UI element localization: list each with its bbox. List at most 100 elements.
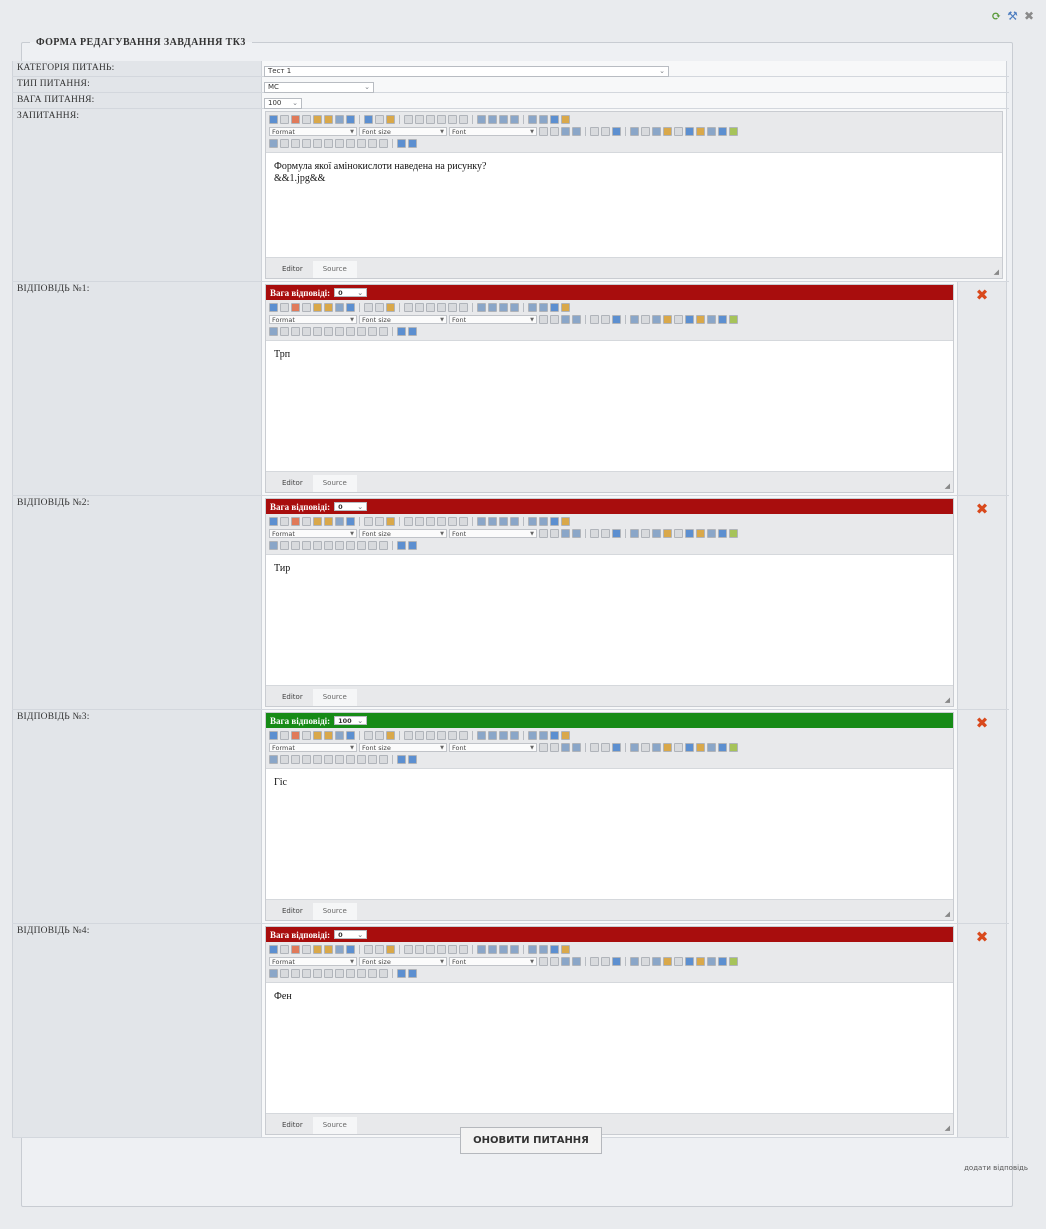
find-icon[interactable] [346,517,355,526]
paste-word-icon[interactable] [335,303,344,312]
smiley-icon[interactable] [696,743,705,752]
font-size-combo[interactable]: Font size ▼ [359,127,447,136]
image-icon[interactable] [386,731,395,740]
quote-icon[interactable] [641,957,650,966]
find-icon[interactable] [346,945,355,954]
preview-icon[interactable] [379,327,388,336]
new-page-icon[interactable] [280,115,289,124]
justify-icon[interactable] [510,517,519,526]
save-icon[interactable] [269,115,278,124]
tools-icon[interactable]: ⚒ [1007,9,1018,24]
italic-icon[interactable] [415,945,424,954]
paste-text-icon[interactable] [324,517,333,526]
rtl-icon[interactable] [539,945,548,954]
ltr-icon[interactable] [528,303,537,312]
hr-line-icon[interactable] [685,957,694,966]
page-break-icon[interactable] [707,315,716,324]
strike-icon[interactable] [437,517,446,526]
form-icon[interactable] [269,139,278,148]
paste-icon[interactable] [313,115,322,124]
resize-handle-icon[interactable]: ◢ [945,482,950,490]
font-size-combo[interactable]: Font size ▼ [359,529,447,538]
tab-source[interactable]: Source [312,261,357,278]
align-center-icon[interactable] [488,945,497,954]
underline-icon[interactable] [426,115,435,124]
image-icon[interactable] [386,517,395,526]
indent-icon[interactable] [572,743,581,752]
checkbox-icon[interactable] [280,139,289,148]
undo-icon[interactable] [364,303,373,312]
textfield-icon[interactable] [302,755,311,764]
unlink-icon[interactable] [601,127,610,136]
italic-icon[interactable] [415,115,424,124]
div-icon[interactable] [652,529,661,538]
checkbox-icon[interactable] [280,755,289,764]
justify-icon[interactable] [510,731,519,740]
bold-icon[interactable] [404,303,413,312]
image-icon[interactable] [386,945,395,954]
preview-icon[interactable] [379,139,388,148]
new-page-icon[interactable] [280,945,289,954]
font-combo[interactable]: Font ▼ [449,127,537,136]
radio-icon[interactable] [291,755,300,764]
anchor-icon[interactable] [612,127,621,136]
form-icon[interactable] [269,541,278,550]
hr-icon[interactable] [590,127,599,136]
flash-icon[interactable] [663,529,672,538]
format-combo[interactable]: Format ▼ [269,127,357,136]
copy-icon[interactable] [302,945,311,954]
textfield-icon[interactable] [302,139,311,148]
tab-source[interactable]: Source [312,475,357,492]
hr-icon[interactable] [590,529,599,538]
hr-line-icon[interactable] [685,315,694,324]
table-icon[interactable] [630,957,639,966]
bold-icon[interactable] [404,731,413,740]
table-icon[interactable] [630,743,639,752]
checkbox-icon[interactable] [280,327,289,336]
undo-icon[interactable] [364,731,373,740]
form-icon[interactable] [269,969,278,978]
bulleted-list-icon[interactable] [550,957,559,966]
paste-word-icon[interactable] [335,731,344,740]
superscript-icon[interactable] [459,115,468,124]
checkbox-icon[interactable] [280,969,289,978]
strike-icon[interactable] [437,115,446,124]
textfield-icon[interactable] [302,327,311,336]
hiddenfield-icon[interactable] [357,139,366,148]
save-icon[interactable] [269,945,278,954]
form-icon[interactable] [269,327,278,336]
rtl-icon[interactable] [539,517,548,526]
strike-icon[interactable] [437,945,446,954]
paste-text-icon[interactable] [324,115,333,124]
text-color-icon[interactable] [550,945,559,954]
outdent-icon[interactable] [561,957,570,966]
smiley-icon[interactable] [696,957,705,966]
new-page-icon[interactable] [280,303,289,312]
superscript-icon[interactable] [459,517,468,526]
indent-icon[interactable] [572,315,581,324]
delete-answer-icon[interactable]: ✖ [976,716,989,923]
maximize-icon[interactable] [729,957,738,966]
bulleted-list-icon[interactable] [550,743,559,752]
save-icon[interactable] [269,303,278,312]
preview-icon[interactable] [379,541,388,550]
ltr-icon[interactable] [528,945,537,954]
align-left-icon[interactable] [477,731,486,740]
align-center-icon[interactable] [488,115,497,124]
align-left-icon[interactable] [477,115,486,124]
spellcheck-icon[interactable] [561,303,570,312]
indent-icon[interactable] [572,529,581,538]
iframe-icon[interactable] [718,529,727,538]
help-icon[interactable] [408,327,417,336]
redo-icon[interactable] [375,731,384,740]
hr-icon[interactable] [590,315,599,324]
quote-icon[interactable] [641,743,650,752]
tab-editor[interactable]: Editor [272,475,313,492]
special-char-icon[interactable] [674,529,683,538]
source-icon[interactable] [397,139,406,148]
align-right-icon[interactable] [499,731,508,740]
form-icon[interactable] [269,755,278,764]
answer-weight-select[interactable]: 100 ⌄ [334,716,368,725]
page-break-icon[interactable] [707,529,716,538]
paste-word-icon[interactable] [335,115,344,124]
